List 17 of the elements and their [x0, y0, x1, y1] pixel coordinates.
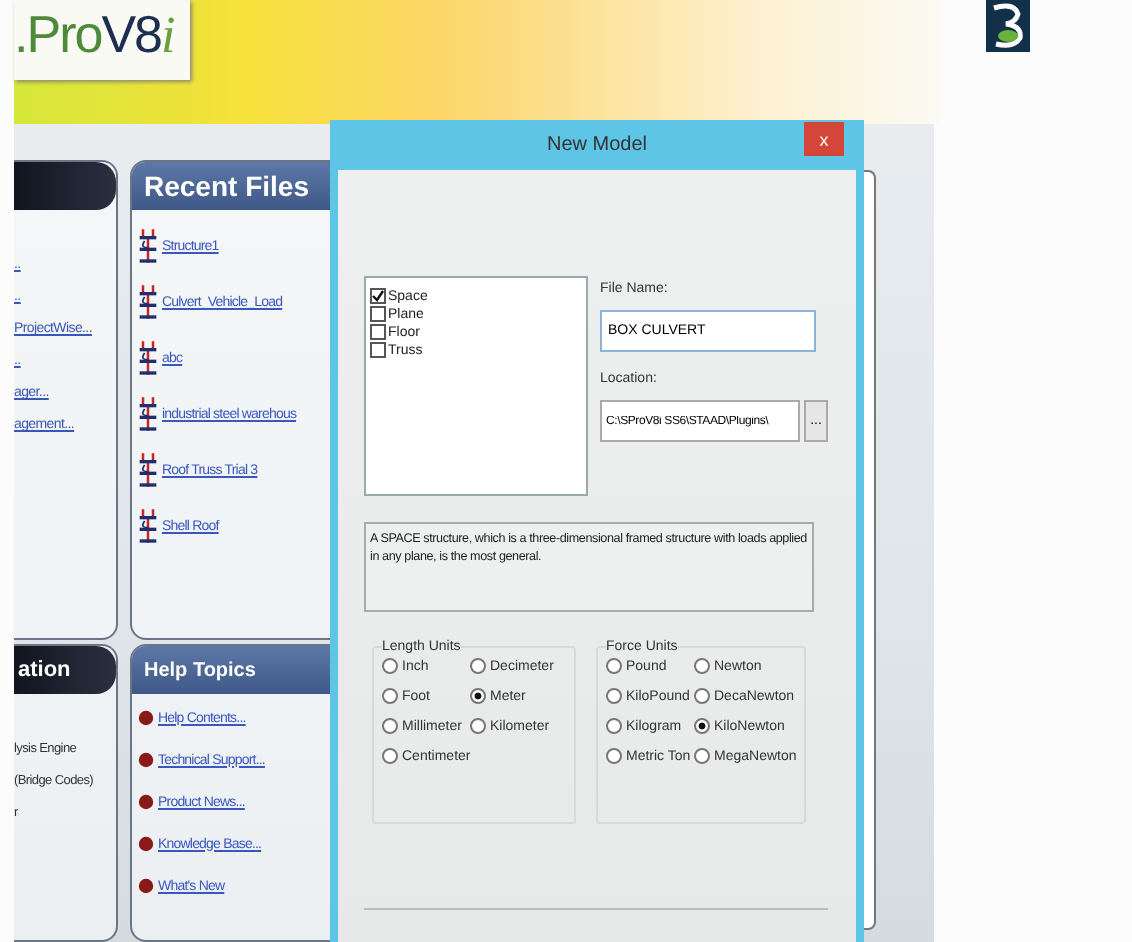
bullet-icon — [138, 710, 154, 726]
bullet-icon — [138, 752, 154, 768]
panel-header — [14, 162, 116, 210]
bullet-icon — [138, 878, 154, 894]
structure-icon — [138, 450, 158, 490]
bullet-icon — [138, 794, 154, 810]
structure-icon — [138, 338, 158, 378]
structure-icon — [138, 282, 158, 322]
structure-icon — [138, 506, 158, 546]
panel-header: ation — [14, 646, 116, 694]
product-logo: .ProV8i — [14, 0, 190, 80]
structure-icon — [138, 226, 158, 266]
bullet-icon — [138, 836, 154, 852]
close-button[interactable]: x — [804, 122, 844, 156]
window-title: New Model — [546, 134, 648, 156]
checkmark-icon — [372, 290, 384, 302]
structure-icon — [138, 394, 158, 434]
